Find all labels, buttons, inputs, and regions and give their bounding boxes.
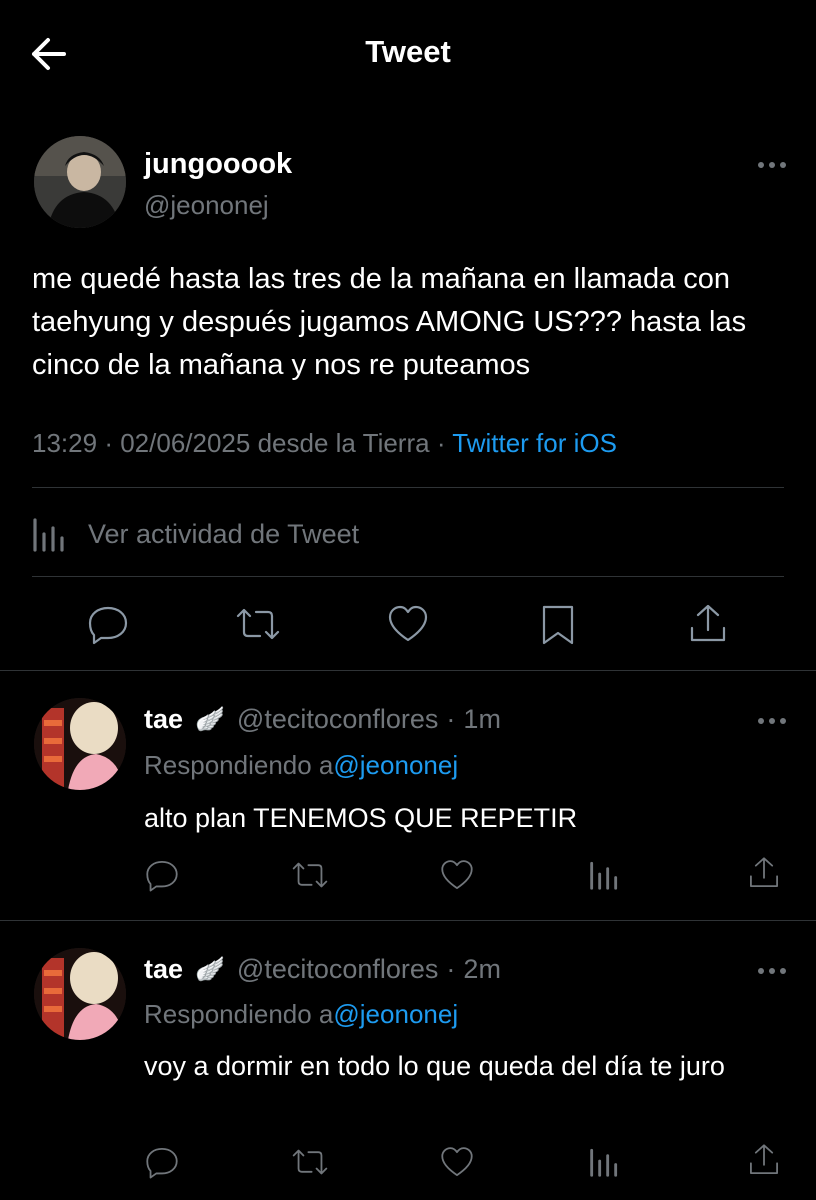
- reply-icon: [88, 606, 128, 645]
- analytics-icon: [33, 518, 64, 552]
- retweet-button[interactable]: [290, 1144, 330, 1180]
- retweet-icon: [292, 1149, 328, 1175]
- like-button[interactable]: [386, 602, 430, 646]
- wing-emoji: 🪽: [195, 956, 225, 983]
- share-button[interactable]: [686, 602, 730, 646]
- author-handle[interactable]: @jeononej: [144, 190, 269, 221]
- reply-icon: [146, 1148, 178, 1179]
- heart-icon: [441, 1147, 473, 1176]
- view-activity-label: Ver actividad de Tweet: [88, 518, 360, 549]
- avatar[interactable]: [34, 948, 126, 1040]
- share-button[interactable]: [746, 1142, 782, 1178]
- replying-to-link[interactable]: @jeononej: [333, 999, 458, 1029]
- tweet-text: me quedé hasta las tres de la mañana en …: [32, 263, 747, 381]
- author-name[interactable]: jungooook: [144, 148, 292, 181]
- divider: [32, 487, 784, 488]
- share-icon: [690, 604, 726, 642]
- meta-separator: ·: [446, 704, 456, 734]
- reply-icon: [146, 861, 178, 892]
- share-button[interactable]: [746, 855, 782, 891]
- more-icon: [758, 968, 786, 974]
- retweet-button[interactable]: [234, 602, 280, 646]
- reply-button[interactable]: [86, 602, 130, 646]
- bookmark-button[interactable]: [536, 602, 580, 646]
- retweet-icon: [236, 608, 280, 640]
- replying-label: Respondiendo a: [144, 999, 334, 1029]
- tweet-meta: 13:29 · 02/06/2025 desde la Tierra · Twi…: [32, 428, 617, 459]
- share-icon: [750, 857, 778, 887]
- tweet-location: desde la Tierra: [257, 428, 430, 458]
- heart-icon: [441, 860, 473, 889]
- more-button[interactable]: [756, 962, 788, 980]
- avatar[interactable]: [34, 136, 126, 228]
- more-button[interactable]: [756, 156, 788, 174]
- analytics-button[interactable]: [589, 857, 625, 893]
- reply-text: alto plan TENEMOS QUE REPETIR: [144, 803, 578, 833]
- reply-time: 1m: [463, 704, 501, 734]
- reply-text: voy a dormir en todo lo que queda del dí…: [144, 1051, 725, 1081]
- reply-header: tae 🪽 @tecitoconflores · 1m: [144, 704, 501, 735]
- analytics-icon: [590, 861, 618, 890]
- tweet-date: 02/06/2025: [120, 428, 251, 458]
- replying-label: Respondiendo a: [144, 750, 334, 780]
- reply-author-handle[interactable]: @tecitoconflores: [237, 954, 439, 985]
- replying-to-link[interactable]: @jeononej: [333, 750, 458, 780]
- retweet-button[interactable]: [290, 857, 330, 893]
- analytics-button[interactable]: [589, 1144, 625, 1180]
- meta-separator: ·: [104, 428, 113, 458]
- reply-button[interactable]: [144, 857, 180, 893]
- reply-author-handle[interactable]: @tecitoconflores: [237, 704, 439, 735]
- tweet-time: 13:29: [32, 428, 98, 458]
- meta-separator: ·: [446, 954, 456, 984]
- reply-button[interactable]: [144, 1144, 180, 1180]
- more-icon: [758, 162, 786, 168]
- retweet-icon: [292, 862, 328, 888]
- reply-time: 2m: [463, 954, 501, 984]
- share-icon: [750, 1144, 778, 1174]
- more-button[interactable]: [756, 712, 788, 730]
- reply-header: tae 🪽 @tecitoconflores · 2m: [144, 954, 501, 985]
- reply-author-name[interactable]: tae: [144, 954, 183, 985]
- analytics-icon: [590, 1148, 618, 1177]
- avatar[interactable]: [34, 698, 126, 790]
- divider: [0, 670, 816, 671]
- page-title: Tweet: [365, 34, 451, 69]
- reply-author-name[interactable]: tae: [144, 704, 183, 735]
- like-button[interactable]: [439, 1144, 475, 1180]
- divider: [32, 576, 784, 577]
- wing-emoji: 🪽: [195, 706, 225, 733]
- replying-to: Respondiendo a@jeononej: [144, 999, 458, 1030]
- bookmark-icon: [542, 605, 574, 645]
- divider: [0, 920, 816, 921]
- meta-separator: ·: [436, 428, 446, 458]
- more-icon: [758, 718, 786, 724]
- view-activity-button[interactable]: Ver actividad de Tweet: [32, 514, 359, 554]
- heart-icon: [388, 605, 428, 642]
- like-button[interactable]: [439, 857, 475, 893]
- tweet-source-link[interactable]: Twitter for iOS: [452, 428, 617, 458]
- replying-to: Respondiendo a@jeononej: [144, 750, 458, 781]
